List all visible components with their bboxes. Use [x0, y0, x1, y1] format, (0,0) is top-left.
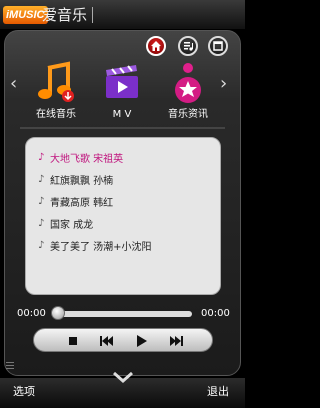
song-title: 青藏高原 韩红 — [50, 197, 114, 209]
window-button[interactable] — [208, 36, 228, 56]
title-divider — [92, 7, 93, 23]
playlist-icon — [184, 42, 193, 51]
app-logo: iMUSIC — [3, 6, 48, 24]
music-note-icon — [34, 60, 78, 104]
tab-mv[interactable]: M V — [89, 60, 155, 122]
music-note-icon: ♪ — [38, 195, 45, 207]
current-time: 00:00 — [17, 308, 46, 319]
stop-icon[interactable] — [64, 332, 82, 350]
song-title: 大地飞歌 宋祖英 — [50, 153, 124, 165]
list-item[interactable]: ♪ 大地飞歌 宋祖英 — [38, 146, 220, 168]
home-button[interactable] — [146, 36, 166, 56]
next-track-icon[interactable] — [168, 332, 186, 350]
tab-music-news[interactable]: 音乐资讯 — [155, 60, 221, 122]
app-title: 爱音乐 — [42, 6, 88, 24]
tab-online-music[interactable]: 在线音乐 — [23, 60, 89, 122]
song-title: 美了美了 汤潮+小沈阳 — [50, 241, 152, 253]
music-note-icon: ♪ — [38, 217, 45, 229]
progress-thumb[interactable] — [51, 306, 65, 320]
song-title: 紅旗飘飘 孙楠 — [50, 175, 114, 187]
song-title: 国家 成龙 — [50, 219, 94, 231]
tab-label: 在线音乐 — [36, 109, 76, 120]
list-item[interactable]: ♪ 青藏高原 韩红 — [38, 190, 220, 212]
exit-softkey[interactable]: 退出 — [207, 384, 229, 400]
total-time: 00:00 — [201, 308, 230, 319]
home-icon — [151, 41, 161, 51]
prev-category-arrow[interactable]: ‹ — [10, 74, 17, 94]
tab-divider — [20, 127, 225, 129]
song-list: ♪ 大地飞歌 宋祖英 ♪ 紅旗飘飘 孙楠 ♪ 青藏高原 韩红 ♪ 国家 成龙 ♪… — [25, 137, 221, 295]
chevron-down-icon[interactable] — [112, 370, 134, 384]
list-item[interactable]: ♪ 国家 成龙 — [38, 212, 220, 234]
menu-handle-icon — [6, 362, 14, 370]
music-note-icon: ♪ — [38, 239, 45, 251]
list-item[interactable]: ♪ 紅旗飘飘 孙楠 — [38, 168, 220, 190]
progress-track[interactable] — [52, 311, 192, 317]
transport-controls — [33, 328, 213, 352]
playlist-button[interactable] — [178, 36, 198, 56]
window-icon — [213, 41, 223, 51]
previous-track-icon[interactable] — [97, 332, 115, 350]
play-icon[interactable] — [132, 332, 150, 350]
tab-label: M V — [112, 109, 132, 120]
star-news-icon — [166, 60, 210, 104]
music-note-icon: ♪ — [38, 173, 45, 185]
title-bar: iMUSIC 爱音乐 — [0, 0, 245, 30]
list-item[interactable]: ♪ 美了美了 汤潮+小沈阳 — [38, 234, 220, 256]
next-category-arrow[interactable]: › — [220, 74, 227, 94]
clapperboard-icon — [100, 60, 144, 104]
options-softkey[interactable]: 选项 — [13, 384, 35, 400]
tab-label: 音乐资讯 — [168, 109, 208, 120]
music-note-icon: ♪ — [38, 151, 45, 163]
